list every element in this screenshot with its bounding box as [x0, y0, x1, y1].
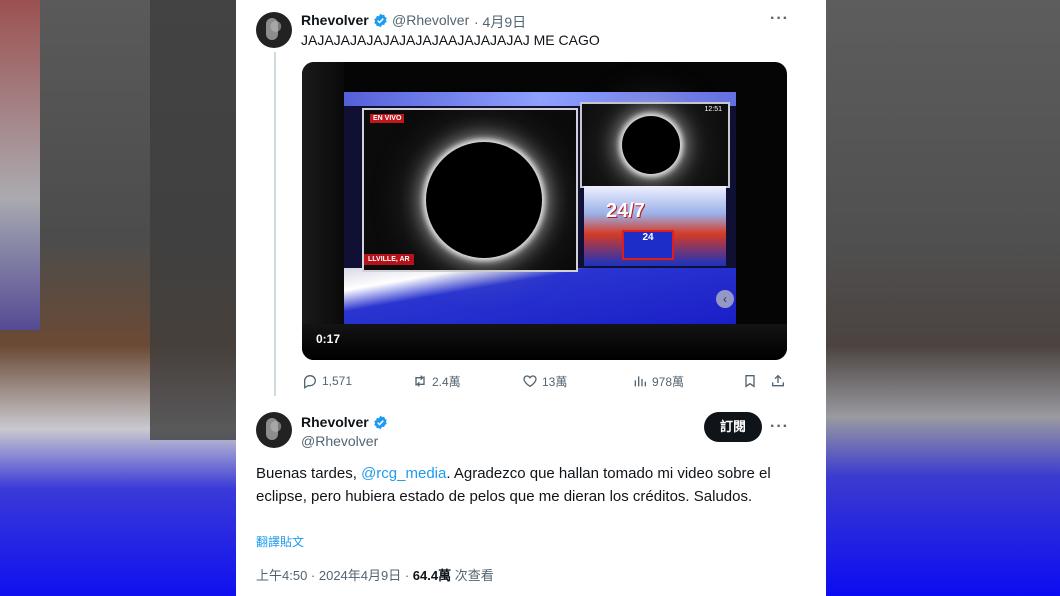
mention-link[interactable]: @rcg_media	[361, 465, 446, 482]
channel-badge: 24	[622, 230, 674, 260]
views-button[interactable]: 978萬	[632, 373, 684, 389]
tweet-body: Buenas tardes, @rcg_media. Agradezco que…	[256, 462, 776, 508]
tv-screen: EN VIVO LLVILLE, AR 12:51 24/7 24	[344, 92, 736, 324]
tv-studio-floor	[344, 268, 736, 324]
more-options-icon[interactable]: ···	[770, 418, 789, 436]
tweet-footer: 上午4:50 · 2024年4月9日 · 64.4萬 次查看	[256, 565, 494, 584]
reply-count: 1,571	[322, 374, 353, 388]
video-duration: 0:17	[316, 332, 341, 346]
more-options-icon[interactable]: ···	[770, 10, 789, 28]
eclipse-inset-image	[622, 116, 680, 174]
tweet-text: JAJAJAJAJAJAJAJAJAAJAJAJAJAJ ME CAGO	[301, 32, 600, 48]
channel-logo: 24/7	[606, 200, 645, 222]
video-bottom-shade	[302, 324, 787, 360]
share-icon	[772, 374, 784, 387]
chevron-left-icon[interactable]: ‹	[716, 290, 734, 308]
bookmark-button[interactable]	[742, 373, 758, 389]
author-handle[interactable]: @Rhevolver	[301, 433, 378, 449]
location-label: LLVILLE, AR	[364, 254, 414, 265]
video-dark-edge	[302, 62, 344, 360]
body-text-start: Buenas tardes,	[256, 465, 362, 482]
inset-eclipse-panel: 12:51	[580, 102, 730, 188]
live-badge: EN VIVO	[370, 114, 405, 123]
view-count: 978萬	[652, 374, 685, 389]
timestamp[interactable]: 上午4:50 · 2024年4月9日 ·	[256, 568, 413, 583]
tweet-date[interactable]: · 4月9日	[474, 12, 526, 32]
like-button[interactable]: 13萬	[522, 373, 567, 389]
avatar[interactable]	[256, 12, 292, 48]
verified-badge-icon	[374, 415, 387, 430]
retweet-count: 2.4萬	[432, 374, 461, 389]
views-count: 64.4萬	[412, 568, 452, 583]
share-button[interactable]	[770, 373, 786, 389]
eclipse-image	[426, 142, 542, 258]
studio-panel: 24/7 24	[584, 186, 726, 266]
retweet-icon	[415, 375, 425, 387]
main-eclipse-panel: EN VIVO LLVILLE, AR	[362, 108, 578, 272]
blurred-background-left	[0, 0, 236, 596]
tv-clock: 12:51	[704, 106, 722, 113]
heart-icon	[523, 375, 537, 388]
video-player[interactable]: EN VIVO LLVILLE, AR 12:51 24/7 24 ‹ 0:17	[302, 62, 787, 360]
subscribe-button[interactable]: 訂閱	[704, 412, 762, 442]
reply-button[interactable]: 1,571	[302, 373, 352, 389]
retweet-button[interactable]: 2.4萬	[412, 373, 461, 389]
verified-badge-icon	[374, 13, 387, 28]
analytics-icon	[634, 376, 646, 387]
avatar[interactable]	[256, 412, 292, 448]
thread-line	[274, 52, 276, 396]
translate-post-link[interactable]: 翻譯貼文	[256, 533, 304, 550]
blurred-background-right	[826, 0, 1060, 596]
author-name[interactable]: Rhevolver	[301, 12, 369, 28]
reply-icon	[304, 374, 317, 389]
views-label: 次查看	[451, 568, 494, 583]
author-handle[interactable]: @Rhevolver	[392, 12, 469, 28]
like-count: 13萬	[542, 374, 568, 389]
tweet-card: Rhevolver @Rhevolver · 4月9日 ··· JAJAJAJA…	[236, 0, 826, 596]
author-name[interactable]: Rhevolver	[301, 414, 369, 430]
bookmark-icon	[745, 375, 755, 388]
